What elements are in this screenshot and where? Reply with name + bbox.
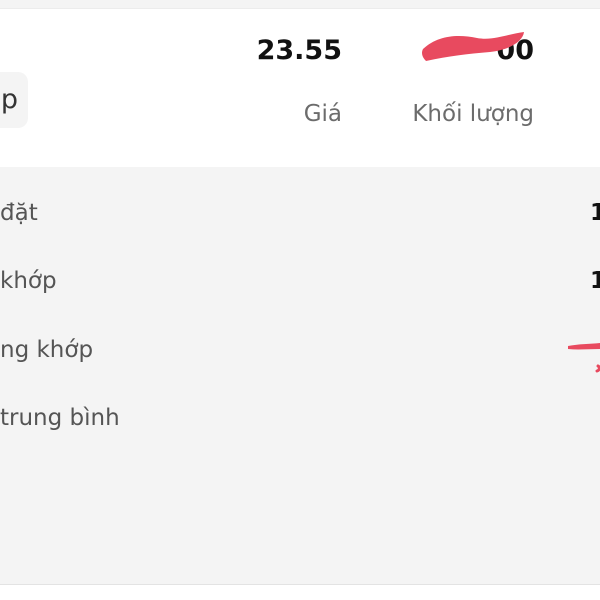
- order-placed-value: 1: [590, 200, 600, 226]
- matched-volume-redaction-mark: [568, 343, 600, 373]
- order-summary-card: p 23.55 Giá 00 Khối lượng: [0, 8, 600, 167]
- bottom-panel-edge: [0, 584, 600, 600]
- price-value: 23.55: [256, 35, 342, 66]
- order-placed-label: đặt: [0, 200, 38, 226]
- order-side-label: p: [0, 84, 18, 115]
- volume-redaction-stroke: [422, 32, 524, 61]
- volume-redaction-mark: [422, 32, 524, 61]
- order-detail-screen: p 23.55 Giá 00 Khối lượng đặt 1 khớp 1 n…: [0, 0, 600, 600]
- volume-label: Khối lượng: [412, 101, 534, 127]
- average-price-label: trung bình: [0, 405, 120, 431]
- order-side-chip[interactable]: p: [0, 72, 28, 128]
- matched-volume-redaction-stroke: [568, 343, 600, 350]
- matched-value: 1: [590, 268, 600, 294]
- matched-label: khớp: [0, 268, 57, 294]
- matched-volume-redaction-tail: [595, 364, 600, 373]
- price-label: Giá: [303, 101, 342, 127]
- matched-volume-label: ng khớp: [0, 337, 94, 363]
